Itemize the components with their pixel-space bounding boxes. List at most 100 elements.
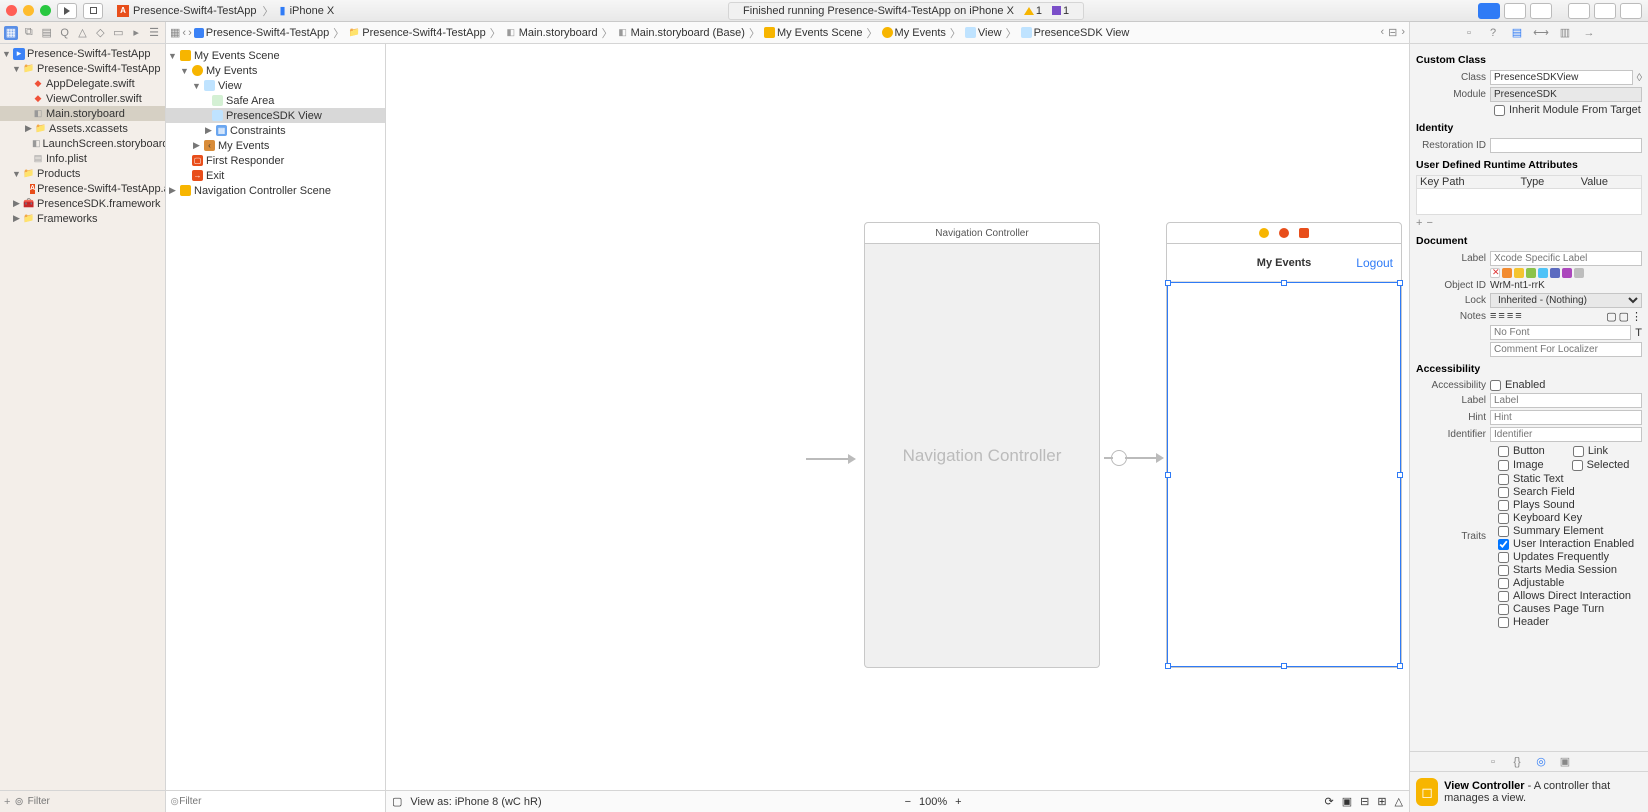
resize-handle[interactable] <box>1165 280 1171 286</box>
back-button[interactable]: ‹ <box>182 27 186 39</box>
code-snippet-tab[interactable]: {} <box>1509 754 1525 770</box>
product-app[interactable]: APresence-Swift4-TestApp.app <box>0 181 165 196</box>
add-attr[interactable]: + <box>1416 217 1422 229</box>
trait-keyboard[interactable] <box>1498 513 1509 524</box>
trait-adjustable[interactable] <box>1498 578 1509 589</box>
jump-seg-4[interactable]: My Events Scene <box>764 27 863 39</box>
outline-navitem[interactable]: ▶‹My Events <box>166 138 385 153</box>
interface-builder-canvas[interactable]: Navigation Controller Navigation Control… <box>386 44 1409 812</box>
vc-view[interactable]: My Events Logout <box>1166 244 1402 668</box>
scene-dock[interactable] <box>1166 222 1402 244</box>
project-tree[interactable]: ▼▸Presence-Swift4-TestApp ▼📁Presence-Swi… <box>0 44 165 790</box>
outline-myevents[interactable]: ▼My Events <box>166 63 385 78</box>
outline-firstresponder[interactable]: ▢First Responder <box>166 153 385 168</box>
navigation-bar[interactable]: My Events Logout <box>1167 244 1401 282</box>
resize-handle[interactable] <box>1281 663 1287 669</box>
project-nav-tab[interactable]: ▦ <box>4 26 18 40</box>
frameworks-group[interactable]: ▶📁Frameworks <box>0 211 165 226</box>
resize-handle[interactable] <box>1397 280 1403 286</box>
navigation-controller-scene[interactable]: Navigation Controller Navigation Control… <box>864 222 1100 668</box>
resolve-icon[interactable]: △ <box>1395 795 1403 808</box>
align-left-icon[interactable]: ≡ <box>1490 310 1496 323</box>
file-launchscreen[interactable]: ◧LaunchScreen.storyboard <box>0 136 165 151</box>
exit-dock-icon[interactable] <box>1299 228 1309 238</box>
connections-inspector-tab[interactable]: → <box>1581 25 1597 41</box>
jump-seg-1[interactable]: 📁Presence-Swift4-TestApp <box>348 27 486 39</box>
object-library-tab[interactable]: ◎ <box>1533 754 1549 770</box>
related-items-icon[interactable]: ▦ <box>170 26 180 39</box>
size-inspector-tab[interactable]: ▥ <box>1557 25 1573 41</box>
resize-handle[interactable] <box>1281 280 1287 286</box>
file-template-tab[interactable]: ▫ <box>1485 754 1501 770</box>
label-color-swatches[interactable]: ✕ <box>1490 268 1584 278</box>
app-group[interactable]: ▼📁Presence-Swift4-TestApp <box>0 61 165 76</box>
adjust-button[interactable]: ⊟ <box>1388 26 1397 39</box>
scheme-selector[interactable]: A Presence-Swift4-TestApp 〉 ▮ iPhone X <box>117 3 334 19</box>
forward-button[interactable]: › <box>188 27 192 39</box>
jump-next[interactable]: › <box>1401 26 1405 39</box>
toggle-debug-button[interactable] <box>1594 3 1616 19</box>
resize-handle[interactable] <box>1165 663 1171 669</box>
version-editor-button[interactable] <box>1530 3 1552 19</box>
products-group[interactable]: ▼📁Products <box>0 166 165 181</box>
resize-handle[interactable] <box>1165 472 1171 478</box>
trait-page[interactable] <box>1498 604 1509 615</box>
style-b[interactable]: ▢ <box>1619 310 1629 323</box>
file-assets[interactable]: ▶📁Assets.xcassets <box>0 121 165 136</box>
assistant-editor-button[interactable] <box>1504 3 1526 19</box>
jump-seg-6[interactable]: View <box>965 27 1002 39</box>
update-frames-icon[interactable]: ⟳ <box>1324 795 1333 808</box>
style-a[interactable]: ▢ <box>1606 310 1616 323</box>
jump-seg-5[interactable]: My Events <box>882 27 946 39</box>
align-icon[interactable]: ⊟ <box>1360 795 1369 808</box>
lock-select[interactable]: Inherited - (Nothing) <box>1490 293 1642 308</box>
device-config-icon[interactable]: ▢ <box>392 795 402 808</box>
source-control-tab[interactable]: ⧉ <box>22 26 36 40</box>
filter-icon[interactable]: ⊚ <box>170 795 179 808</box>
align-right-icon[interactable]: ≡ <box>1507 310 1513 323</box>
file-info-plist[interactable]: ▤Info.plist <box>0 151 165 166</box>
pin-icon[interactable]: ⊞ <box>1377 795 1386 808</box>
help-inspector-tab[interactable]: ? <box>1485 25 1501 41</box>
jump-seg-3[interactable]: ◧Main.storyboard (Base) <box>617 27 745 39</box>
jump-bar[interactable]: ▦ ‹ › Presence-Swift4-TestApp〉 📁Presence… <box>166 22 1409 44</box>
outline-exit[interactable]: →Exit <box>166 168 385 183</box>
test-nav-tab[interactable]: ◇ <box>93 26 107 40</box>
trait-plays[interactable] <box>1498 500 1509 511</box>
outline-filter-input[interactable] <box>179 796 382 807</box>
attributes-inspector-tab[interactable]: ⟷ <box>1533 25 1549 41</box>
acc-hint-field[interactable] <box>1490 410 1642 425</box>
remove-attr[interactable]: − <box>1426 217 1432 229</box>
style-menu[interactable]: ⋮ <box>1631 310 1642 323</box>
project-root[interactable]: ▼▸Presence-Swift4-TestApp <box>0 46 165 61</box>
font-picker-icon[interactable]: T <box>1635 327 1642 339</box>
zoom-in[interactable]: + <box>955 796 961 808</box>
align-justify-icon[interactable]: ≡ <box>1515 310 1521 323</box>
module-field[interactable] <box>1490 87 1642 102</box>
jump-seg-2[interactable]: ◧Main.storyboard <box>505 27 598 39</box>
file-main-storyboard[interactable]: ◧Main.storyboard <box>0 106 165 121</box>
trait-static[interactable] <box>1498 474 1509 485</box>
trait-uie[interactable] <box>1498 539 1509 550</box>
trait-search[interactable] <box>1498 487 1509 498</box>
trait-header[interactable] <box>1498 617 1509 628</box>
view-as-label[interactable]: View as: iPhone 8 (wC hR) <box>410 796 541 808</box>
find-nav-tab[interactable]: Q <box>58 26 72 40</box>
trait-direct[interactable] <box>1498 591 1509 602</box>
zoom-window[interactable] <box>40 5 51 16</box>
minimize-window[interactable] <box>23 5 34 16</box>
outline-navscene[interactable]: ▶Navigation Controller Scene <box>166 183 385 198</box>
initial-vc-arrow[interactable] <box>806 452 856 466</box>
udra-table[interactable] <box>1416 189 1642 215</box>
toggle-navigator-button[interactable] <box>1568 3 1590 19</box>
segue-arrow[interactable] <box>1104 448 1164 468</box>
align-center-icon[interactable]: ≡ <box>1498 310 1504 323</box>
outline-scene[interactable]: ▼My Events Scene <box>166 48 385 63</box>
run-button[interactable] <box>57 3 77 19</box>
embed-icon[interactable]: ▣ <box>1342 795 1352 808</box>
zoom-out[interactable]: − <box>905 796 911 808</box>
breakpoint-nav-tab[interactable]: ▸ <box>129 26 143 40</box>
restoration-id-field[interactable] <box>1490 138 1642 153</box>
notes-font-field[interactable] <box>1490 325 1631 340</box>
stop-button[interactable] <box>83 3 103 19</box>
